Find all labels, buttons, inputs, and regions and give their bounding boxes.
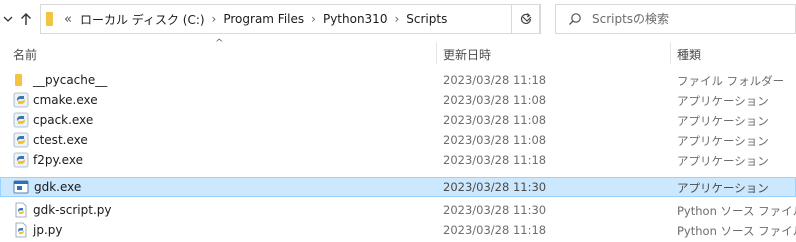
file-date: 2023/03/28 11:30: [443, 180, 547, 194]
file-date: 2023/03/28 11:18: [443, 73, 547, 87]
search-box[interactable]: [555, 4, 796, 34]
file-date: 2023/03/28 11:08: [443, 93, 547, 107]
up-button[interactable]: [18, 7, 34, 31]
search-input[interactable]: [592, 12, 782, 26]
file-row-ctest[interactable]: ctest.exe 2023/03/28 11:08 アプリケーション: [0, 130, 796, 150]
python-file-icon: [13, 202, 29, 218]
column-divider[interactable]: [670, 42, 671, 64]
python-exe-icon: [13, 132, 29, 148]
python-exe-icon: [13, 152, 29, 168]
folder-icon: [13, 72, 29, 88]
breadcrumb-scripts[interactable]: Scripts: [406, 12, 447, 26]
breadcrumb-python310[interactable]: Python310: [323, 12, 388, 26]
column-header-type[interactable]: 種類: [677, 46, 701, 63]
file-type: アプリケーション: [677, 181, 769, 195]
search-icon: [569, 13, 581, 25]
chevron-down-icon: [3, 16, 13, 22]
breadcrumb-separator-icon: ›: [211, 12, 217, 26]
column-divider[interactable]: [436, 42, 437, 64]
app-exe-icon: [13, 179, 29, 195]
file-name: gdk.exe: [34, 180, 82, 194]
file-name: ctest.exe: [33, 133, 88, 147]
python-exe-icon: [13, 92, 29, 108]
file-name: __pycache__: [33, 73, 108, 87]
file-name: f2py.exe: [33, 153, 83, 167]
file-name: gdk-script.py: [33, 203, 112, 217]
breadcrumb: ローカル ディスク (C:) › Program Files › Python3…: [80, 11, 447, 28]
python-file-icon: [13, 222, 29, 238]
file-type: Python ソース ファイル: [677, 204, 796, 218]
file-date: 2023/03/28 11:08: [443, 113, 547, 127]
file-row-pycache[interactable]: __pycache__ 2023/03/28 11:18 ファイル フォルダー: [0, 70, 796, 90]
breadcrumb-separator-icon: ›: [311, 12, 316, 26]
file-name: cmake.exe: [33, 93, 98, 107]
file-row-jp[interactable]: jp.py 2023/03/28 11:18 Python ソース ファイル: [0, 220, 796, 240]
file-type: アプリケーション: [677, 94, 769, 108]
file-row-gdk[interactable]: gdk.exe 2023/03/28 11:30 アプリケーション: [0, 177, 796, 197]
column-header-name[interactable]: 名前: [13, 46, 37, 63]
column-header-row: ^ 名前 更新日時 種類: [0, 38, 796, 66]
refresh-button[interactable]: [511, 4, 541, 34]
file-row-gdk-script[interactable]: gdk-script.py 2023/03/28 11:30 Python ソー…: [0, 200, 796, 220]
file-row-cmake[interactable]: cmake.exe 2023/03/28 11:08 アプリケーション: [0, 90, 796, 110]
file-type: ファイル フォルダー: [677, 74, 785, 88]
file-date: 2023/03/28 11:30: [443, 203, 547, 217]
file-row-cpack[interactable]: cpack.exe 2023/03/28 11:08 アプリケーション: [0, 110, 796, 130]
refresh-icon: [520, 13, 532, 25]
address-bar[interactable]: « ローカル ディスク (C:) › Program Files › Pytho…: [40, 4, 540, 34]
breadcrumb-separator-icon: ›: [394, 12, 400, 26]
recent-locations-button[interactable]: [0, 7, 16, 31]
file-name: jp.py: [33, 223, 63, 237]
column-header-date[interactable]: 更新日時: [443, 46, 491, 63]
file-date: 2023/03/28 11:18: [443, 153, 547, 167]
breadcrumb-local-disk[interactable]: ローカル ディスク (C:): [80, 11, 205, 28]
file-row-f2py[interactable]: f2py.exe 2023/03/28 11:18 アプリケーション: [0, 150, 796, 170]
file-type: アプリケーション: [677, 114, 769, 128]
breadcrumb-program-files[interactable]: Program Files: [223, 12, 304, 26]
file-type: Python ソース ファイル: [677, 224, 796, 238]
sort-ascending-icon: ^: [215, 38, 224, 49]
file-date: 2023/03/28 11:08: [443, 133, 547, 147]
file-type: アプリケーション: [677, 134, 769, 148]
file-name: cpack.exe: [33, 113, 94, 127]
file-type: アプリケーション: [677, 154, 769, 168]
folder-icon: [46, 10, 56, 28]
file-date: 2023/03/28 11:18: [443, 223, 547, 237]
breadcrumb-overflow-chevron[interactable]: «: [64, 12, 72, 27]
python-exe-icon: [13, 112, 29, 128]
arrow-up-icon: [21, 13, 31, 25]
